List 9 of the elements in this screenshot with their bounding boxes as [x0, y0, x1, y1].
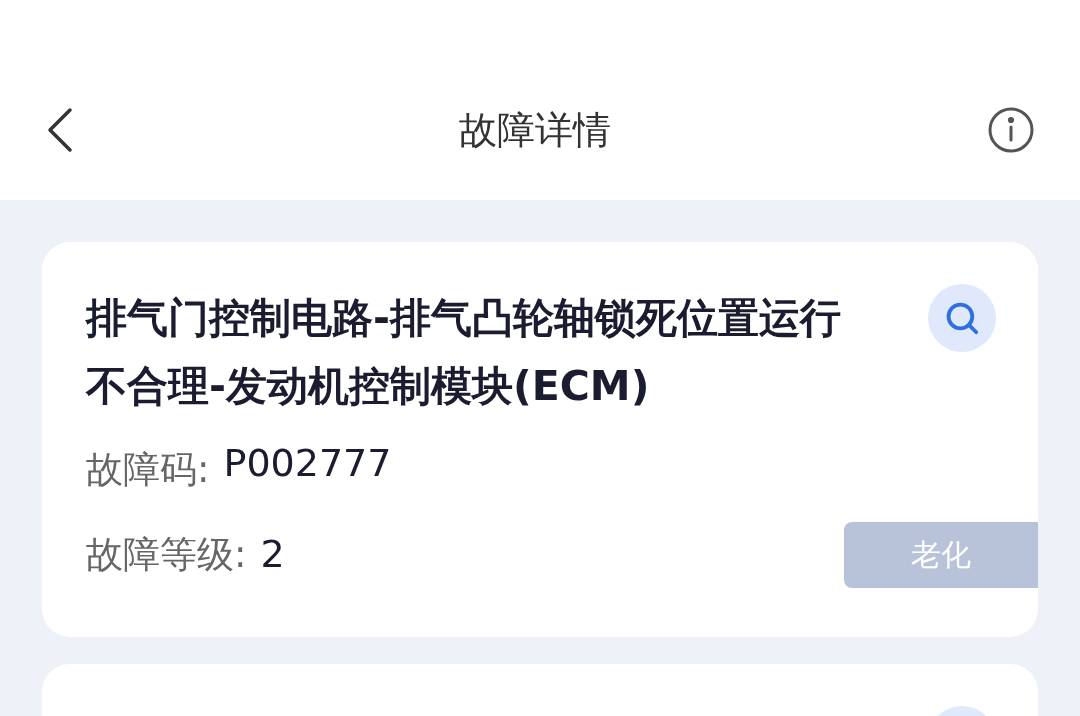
status-tag: 老化 [844, 521, 1038, 588]
info-icon [987, 106, 1035, 154]
page-title: 故障详情 [459, 106, 611, 154]
fault-code-label: 故障码: [86, 447, 210, 493]
fault-level-label: 故障等级: [86, 531, 247, 578]
fault-code: P002777 [223, 440, 392, 488]
fault-level: 2 [260, 531, 285, 578]
fault-title: 排气门控制电路-排气凸轮轴锁死位置运行不合理-发动机控制模块(ECM) [86, 293, 843, 412]
info-button[interactable] [986, 105, 1036, 155]
